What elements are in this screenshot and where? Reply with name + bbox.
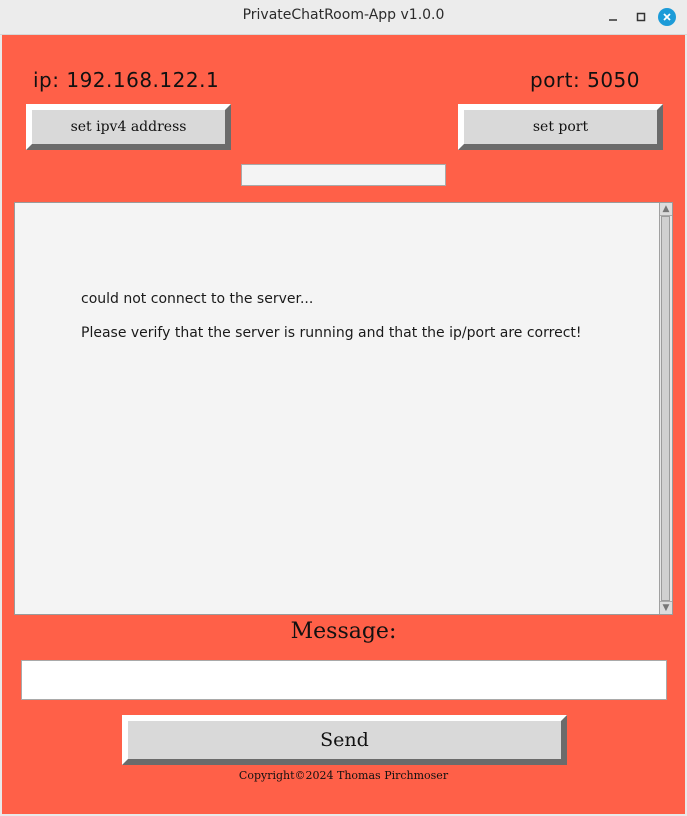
copyright-text: Copyright©2024 Thomas Pirchmoser xyxy=(238,769,449,782)
app-window: PrivateChatRoom-App v1.0.0 ip: 192.168.1… xyxy=(0,0,687,816)
maximize-button[interactable] xyxy=(632,8,650,26)
message-label: Message: xyxy=(290,619,397,644)
ip-label: ip: 192.168.122.1 xyxy=(33,68,220,92)
message-input[interactable] xyxy=(21,660,667,700)
close-icon xyxy=(663,13,671,21)
set-port-button[interactable]: set port xyxy=(458,104,663,150)
minimize-button[interactable] xyxy=(604,8,622,26)
port-label: port: 5050 xyxy=(530,68,640,92)
chat-line: could not connect to the server... xyxy=(81,291,314,307)
chat-scrollbar[interactable]: ▲ ▼ xyxy=(659,203,672,614)
chat-display: could not connect to the server... Pleas… xyxy=(14,202,673,615)
scroll-down-arrow-icon[interactable]: ▼ xyxy=(660,601,672,614)
title-bar: PrivateChatRoom-App v1.0.0 xyxy=(0,0,687,35)
set-ipv4-button[interactable]: set ipv4 address xyxy=(26,104,231,150)
maximize-icon xyxy=(636,12,646,22)
scroll-thumb[interactable] xyxy=(661,216,670,601)
main-panel: ip: 192.168.122.1 port: 5050 set ipv4 ad… xyxy=(2,35,685,814)
send-button[interactable]: Send xyxy=(122,715,567,765)
window-title: PrivateChatRoom-App v1.0.0 xyxy=(242,7,445,23)
ip-port-input[interactable] xyxy=(241,164,446,186)
scroll-up-arrow-icon[interactable]: ▲ xyxy=(660,203,672,216)
chat-line: Please verify that the server is running… xyxy=(81,325,582,341)
minimize-icon xyxy=(609,19,617,21)
close-button[interactable] xyxy=(658,8,676,26)
